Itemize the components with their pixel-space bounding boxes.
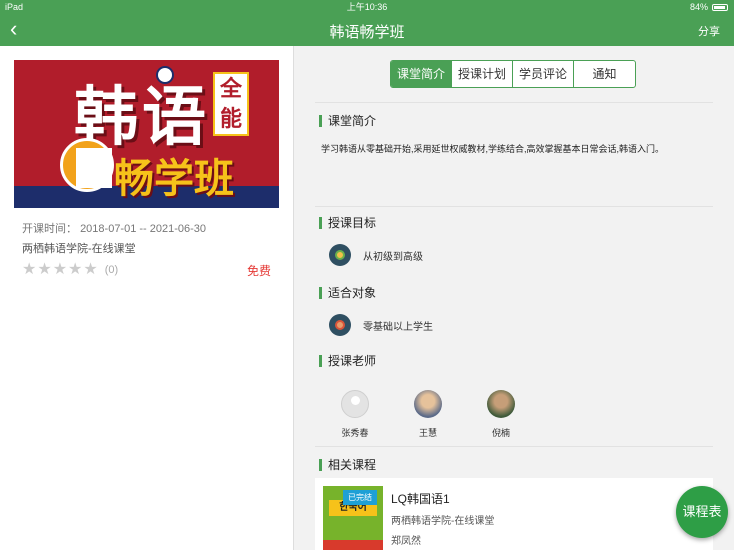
teacher-item[interactable]: 张秀春	[335, 390, 375, 439]
section-bar	[319, 114, 322, 127]
thumb-stripe	[323, 540, 383, 550]
star-icon: ★	[83, 261, 98, 278]
divider	[315, 206, 713, 207]
course-banner-image: 韩语 全能 畅学班	[14, 60, 279, 208]
course-teacher: 郑凤然	[391, 536, 421, 547]
divider	[315, 102, 713, 103]
target-icon	[329, 244, 351, 266]
section-bar	[319, 354, 322, 367]
intro-text: 学习韩语从零基础开始,采用延世权威教材,学练结合,高效掌握基本日常会话,韩语入门…	[321, 144, 665, 154]
avatar	[414, 390, 442, 418]
tab-bar: 课堂简介 授课计划 学员评论 通知	[390, 60, 636, 88]
date-range: 2018-07-01 -- 2021-06-30	[80, 223, 207, 235]
course-school: 两栖韩语学院-在线课堂	[22, 243, 136, 255]
teacher-list: 张秀春 王慧 倪楠	[335, 390, 521, 439]
date-label: 开课时间：	[22, 223, 77, 235]
rating-count: (0)	[104, 264, 119, 276]
status-time: 上午10:36	[346, 2, 388, 12]
related-course-item[interactable]: 한국어 已完结 LQ韩国语1 两栖韩语学院-在线课堂 郑凤然	[315, 478, 713, 550]
section-teachers: 授课老师	[319, 352, 376, 369]
tab-intro[interactable]: 课堂简介	[391, 61, 452, 87]
status-bar: iPad 上午10:36 84%	[0, 0, 734, 14]
course-title: LQ韩国语1	[391, 492, 450, 506]
teacher-item[interactable]: 王慧	[408, 390, 448, 439]
star-icon: ★	[52, 261, 68, 278]
section-title: 课堂简介	[328, 114, 377, 128]
section-title: 适合对象	[328, 286, 377, 300]
nav-bar: ‹ 韩语畅学班 分享	[0, 14, 734, 46]
star-icon: ★	[37, 261, 52, 278]
student-icon	[329, 314, 351, 336]
share-button[interactable]: 分享	[698, 23, 720, 39]
banner-sub-text: 畅学班	[114, 155, 234, 202]
status-right: 84%	[690, 0, 728, 14]
audience-item: 零基础以上学生	[329, 314, 433, 336]
tab-plan[interactable]: 授课计划	[452, 61, 513, 87]
battery-percent: 84%	[689, 2, 708, 12]
goal-item: 从初级到高级	[329, 244, 423, 266]
section-intro: 课堂简介	[319, 112, 376, 129]
section-audience: 适合对象	[319, 284, 376, 301]
section-bar	[319, 458, 322, 471]
section-title: 相关课程	[328, 458, 377, 472]
section-goal: 授课目标	[319, 214, 376, 231]
teacher-item[interactable]: 倪楠	[481, 390, 521, 439]
section-title: 授课老师	[328, 354, 377, 368]
teacher-name: 张秀春	[341, 428, 369, 438]
schedule-button[interactable]: 课程表	[676, 486, 728, 538]
battery-icon	[712, 3, 728, 11]
section-bar	[319, 216, 322, 229]
rating-stars: ★ ★ ★ ★ ★ (0)	[22, 262, 118, 278]
section-bar	[319, 286, 322, 299]
audience-text: 零基础以上学生	[363, 321, 433, 333]
tab-notice[interactable]: 通知	[574, 61, 635, 87]
teacher-name: 王慧	[418, 428, 437, 438]
goal-text: 从初级到高级	[363, 251, 423, 263]
section-title: 授课目标	[328, 216, 377, 230]
course-date: 开课时间： 2018-07-01 -- 2021-06-30	[22, 220, 206, 236]
avatar	[487, 390, 515, 418]
star-icon: ★	[68, 261, 83, 278]
course-school: 两栖韩语学院-在线课堂	[391, 516, 495, 527]
course-card: 韩语 全能 畅学班 开课时间： 2018-07-01 -- 2021-06-30…	[0, 46, 294, 550]
avatar	[341, 390, 369, 418]
status-badge: 已完结	[343, 490, 377, 505]
banner-badge: 全能	[213, 72, 249, 136]
detail-pane: 课堂简介 授课计划 学员评论 通知 课堂简介 学习韩语从零基础开始,采用延世权威…	[295, 46, 734, 550]
page-title: 韩语畅学班	[329, 24, 405, 41]
divider	[315, 446, 713, 447]
section-related: 相关课程	[319, 456, 376, 473]
tab-reviews[interactable]: 学员评论	[513, 61, 574, 87]
price-label: 免费	[246, 264, 271, 278]
star-icon: ★	[22, 261, 37, 278]
teacher-name: 倪楠	[491, 428, 510, 438]
banner-redaction	[76, 148, 112, 188]
